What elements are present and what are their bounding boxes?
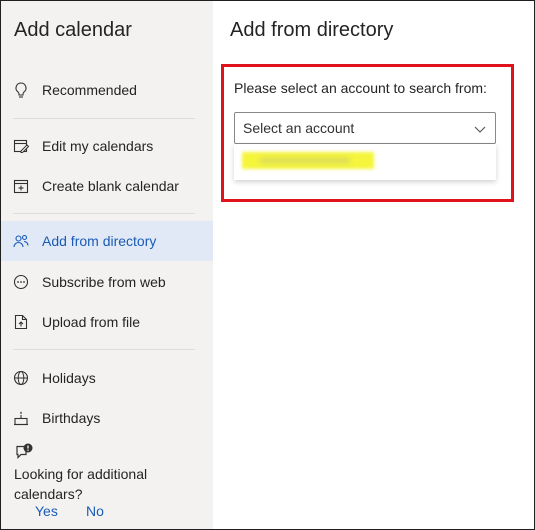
sidebar-item-birthdays[interactable]: Birthdays <box>1 398 213 438</box>
globe-icon <box>13 370 29 386</box>
redacted-account <box>242 152 374 169</box>
account-dropdown <box>234 144 496 180</box>
sidebar-item-label: Upload from file <box>42 314 141 330</box>
divider <box>13 349 195 350</box>
sidebar: Add calendar Recommended Edit my calenda… <box>1 1 213 529</box>
yes-link[interactable]: Yes <box>35 503 58 519</box>
chevron-down-icon <box>473 122 487 136</box>
select-placeholder: Select an account <box>243 120 355 136</box>
page-title: Add from directory <box>230 19 394 41</box>
people-icon <box>13 233 29 249</box>
footer-text: Looking for additional calendars? <box>14 466 148 502</box>
link-icon <box>13 274 29 290</box>
sidebar-item-edit-my-calendars[interactable]: Edit my calendars <box>1 126 213 166</box>
no-link[interactable]: No <box>86 503 104 519</box>
sidebar-item-label: Edit my calendars <box>42 138 154 154</box>
sidebar-item-label: Add from directory <box>42 233 157 249</box>
sidebar-item-upload-from-file[interactable]: Upload from file <box>1 302 213 342</box>
sidebar-item-label: Subscribe from web <box>42 274 166 290</box>
sidebar-item-label: Create blank calendar <box>42 178 179 194</box>
sidebar-item-label: Birthdays <box>42 410 101 426</box>
account-option[interactable] <box>234 144 496 180</box>
sidebar-title: Add calendar <box>14 19 132 41</box>
sidebar-item-holidays[interactable]: Holidays <box>1 358 213 398</box>
sidebar-item-add-from-directory[interactable]: Add from directory <box>1 221 213 261</box>
account-select[interactable]: Select an account <box>234 112 496 144</box>
edit-calendar-icon <box>13 138 29 154</box>
account-prompt: Please select an account to search from: <box>234 80 487 96</box>
divider <box>13 213 195 214</box>
divider <box>13 118 195 119</box>
sidebar-item-create-blank-calendar[interactable]: Create blank calendar <box>1 166 213 206</box>
file-upload-icon <box>13 314 29 330</box>
sidebar-item-label: Holidays <box>42 370 96 386</box>
lightbulb-icon <box>13 82 29 98</box>
sidebar-item-recommended[interactable]: Recommended <box>1 70 213 110</box>
cake-icon <box>13 410 29 426</box>
feedback-icon <box>14 442 34 462</box>
calendar-add-icon <box>13 178 29 194</box>
sidebar-item-label: Recommended <box>42 82 137 98</box>
sidebar-item-subscribe-from-web[interactable]: Subscribe from web <box>1 262 213 302</box>
